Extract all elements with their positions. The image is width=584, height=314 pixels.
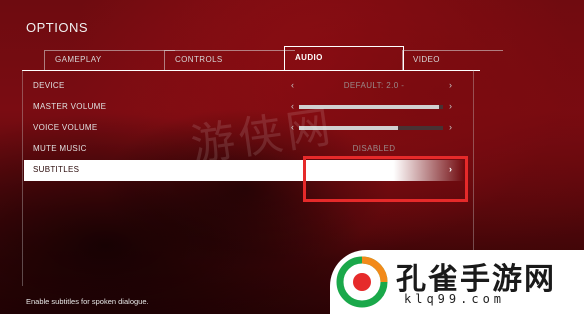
arrow-right-icon[interactable]: ›: [449, 101, 452, 111]
arrow-right-icon[interactable]: ›: [449, 122, 452, 132]
peacock-logo-icon: [336, 256, 388, 308]
tab-audio[interactable]: AUDIO: [284, 46, 404, 71]
site-logo-badge: 孔雀手游网 klq99.com: [330, 250, 584, 314]
brand-url: klq99.com: [404, 292, 506, 306]
voice-volume-label: VOICE VOLUME: [33, 123, 98, 132]
arrow-left-icon[interactable]: ‹: [291, 80, 294, 90]
setting-description: Enable subtitles for spoken dialogue.: [26, 297, 149, 306]
mute-music-label: MUTE MUSIC: [33, 144, 87, 153]
subtitles-highlight-annotation: [303, 156, 468, 202]
device-label: DEVICE: [33, 81, 65, 90]
subtitles-label: SUBTITLES: [33, 165, 80, 174]
tab-gameplay[interactable]: GAMEPLAY: [44, 50, 175, 71]
tab-bar: GAMEPLAY CONTROLS AUDIO VIDEO: [22, 46, 503, 71]
setting-row-device[interactable]: DEVICE ‹ DEFAULT: 2.0 - ›: [24, 76, 464, 97]
page-title: OPTIONS: [26, 20, 89, 35]
tab-video[interactable]: VIDEO: [402, 50, 503, 71]
device-value: DEFAULT: 2.0 -: [343, 81, 405, 90]
arrow-right-icon[interactable]: ›: [449, 80, 452, 90]
tab-controls[interactable]: CONTROLS: [164, 50, 295, 71]
master-volume-label: MASTER VOLUME: [33, 102, 107, 111]
